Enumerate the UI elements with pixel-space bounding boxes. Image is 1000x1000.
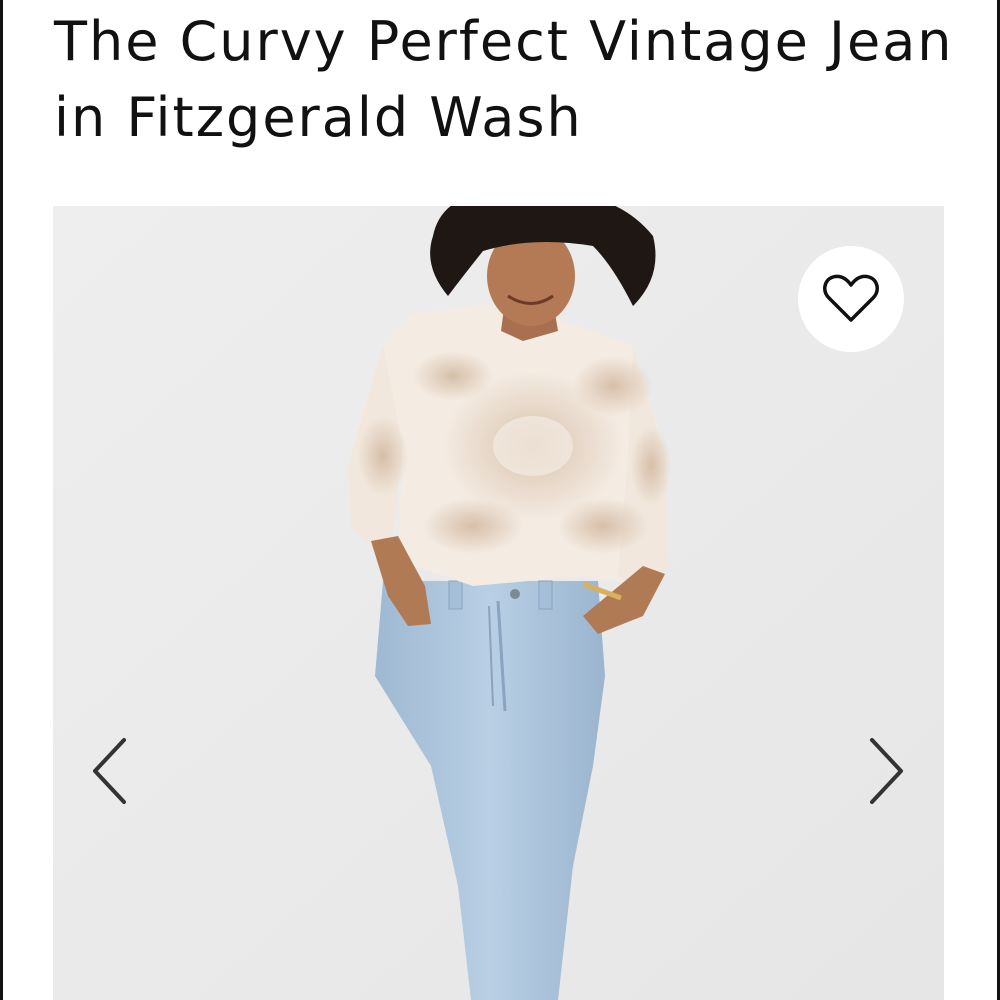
product-title: The Curvy Perfect Vintage Jean in Fitzge… — [54, 10, 954, 149]
product-image-gallery[interactable] — [53, 206, 944, 1000]
heart-outline-icon — [823, 274, 879, 322]
wishlist-button[interactable] — [798, 246, 904, 352]
chevron-left-icon — [93, 738, 126, 804]
left-border — [0, 0, 3, 1000]
product-page: The Curvy Perfect Vintage Jean in Fitzge… — [0, 0, 1000, 1000]
previous-image-button[interactable] — [80, 736, 140, 806]
next-image-button[interactable] — [856, 736, 916, 806]
chevron-right-icon — [870, 738, 903, 804]
